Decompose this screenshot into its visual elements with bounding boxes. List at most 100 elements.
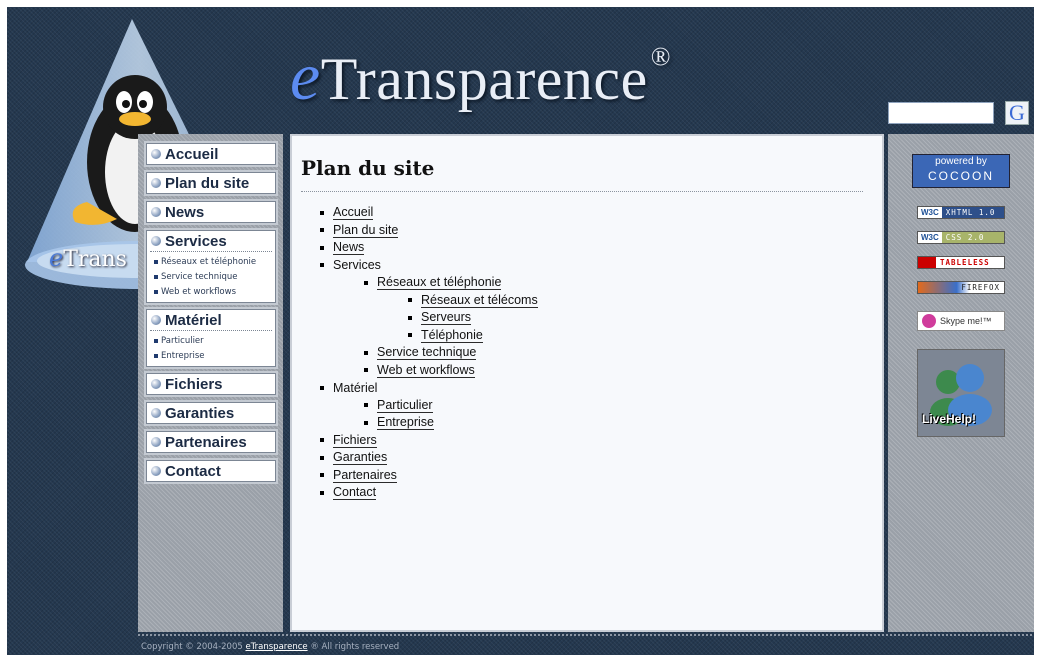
sitemap-label[interactable]: Garanties [333,450,388,466]
bullet-icon [151,236,161,246]
bullet-icon [151,379,161,389]
firefox-badge[interactable]: FIREFOX [917,281,1005,294]
square-bullet-icon [320,385,324,390]
sitemap-item: Matériel [320,379,538,397]
search-input[interactable] [888,102,994,124]
services-submenu: Réseaux et téléphonie Service technique … [150,251,272,302]
nav-label: Fichiers [165,375,223,393]
nav-label: News [165,203,205,221]
sitemap-label[interactable]: Serveurs [421,310,472,326]
footer-divider [138,634,1032,636]
w3c-xhtml-badge[interactable]: W3C XHTML 1.0 [917,206,1005,219]
sitemap-label[interactable]: Partenaires [333,468,397,483]
sitemap-item[interactable]: Entreprise [364,414,538,432]
square-bullet-icon [408,333,412,338]
square-bullet-icon [364,420,368,425]
footer-link[interactable]: eTransparence [245,642,307,652]
sitemap-label[interactable]: Téléphonie [421,328,483,343]
nav-item-plan[interactable]: Plan du site [146,172,276,194]
square-bullet-icon [154,289,158,294]
nav-item-news[interactable]: News [146,201,276,223]
square-bullet-icon [364,368,368,373]
subnav-item-particulier[interactable]: Particulier [154,333,272,348]
bullet-icon [151,408,161,418]
bullet-icon [151,437,161,447]
nav-label: Contact [165,462,221,480]
tableless-icon [918,257,936,268]
sitemap-label[interactable]: Service technique [377,345,477,361]
nav-item-materiel[interactable]: Matériel Particulier Entreprise [146,309,276,367]
sitemap-label[interactable]: Web et workflows [377,363,475,378]
sitemap-item[interactable]: Accueil [320,204,538,222]
sitemap-label[interactable]: Accueil [333,205,374,221]
logo-letter: e [290,38,321,114]
sitemap-item[interactable]: Fichiers [320,432,538,450]
sitemap-item[interactable]: Téléphonie [408,327,538,345]
sitemap-label[interactable]: Plan du site [333,223,399,238]
sitemap-item[interactable]: Réseaux et téléphonie [364,274,538,292]
square-bullet-icon [364,350,368,355]
sitemap-label[interactable]: Particulier [377,398,433,413]
sitemap-label[interactable]: Contact [333,485,377,501]
nav-item-fichiers[interactable]: Fichiers [146,373,276,395]
footer: Copyright © 2004-2005 eTransparence ® Al… [141,642,400,652]
bullet-icon [151,207,161,217]
sitemap-label[interactable]: Réseaux et télécoms [421,293,538,308]
nav-label: Partenaires [165,433,247,451]
sitemap-item: Services [320,257,538,275]
skype-button[interactable]: Skype me!™ [917,311,1005,331]
square-bullet-icon [154,259,158,264]
nav-item-services[interactable]: Services Réseaux et téléphonie Service t… [146,230,276,303]
square-bullet-icon [408,298,412,303]
nav-item-garanties[interactable]: Garanties [146,402,276,424]
cone-brand-text: eTrans [49,244,127,272]
square-bullet-icon [320,438,324,443]
livehelp-button[interactable]: LiveHelp! [917,349,1005,437]
sitemap-label: Matériel [333,380,378,395]
bullet-icon [151,178,161,188]
sitemap-label[interactable]: Réseaux et téléphonie [377,275,502,291]
w3c-css-badge[interactable]: W3C CSS 2.0 [917,231,1005,244]
sitemap-item[interactable]: Partenaires [320,467,538,485]
sitemap-item[interactable]: Serveurs [408,309,538,327]
square-bullet-icon [320,263,324,268]
sitemap-item[interactable]: Service technique [364,344,538,362]
cocoon-badge[interactable]: powered by COCOON [912,154,1010,188]
nav-item-contact[interactable]: Contact [146,460,276,482]
square-bullet-icon [320,210,324,215]
square-bullet-icon [320,490,324,495]
sitemap-item[interactable]: Contact [320,484,538,502]
subnav-item-web[interactable]: Web et workflows [154,284,272,299]
tableless-badge[interactable]: TABLELESS [917,256,1005,269]
sitemap-item[interactable]: Web et workflows [364,362,538,380]
nav-label: Accueil [165,145,219,163]
sitemap-label[interactable]: News [333,240,365,256]
sitemap-item[interactable]: Particulier [364,397,538,415]
nav-item-partenaires[interactable]: Partenaires [146,431,276,453]
square-bullet-icon [154,274,158,279]
subnav-item-service-technique[interactable]: Service technique [154,269,272,284]
nav-label: Services [165,232,227,250]
sitemap-label[interactable]: Entreprise [377,415,434,431]
square-bullet-icon [154,338,158,343]
site-logo[interactable]: eTransparence ® [290,37,671,127]
square-bullet-icon [408,315,412,320]
sitemap-list: Accueil Plan du site News Services Réseaux e… [320,204,538,502]
sitemap-item[interactable]: Plan du site [320,222,538,240]
square-bullet-icon [320,473,324,478]
left-sidebar: Accueil Plan du site News Services Résea… [138,134,283,632]
sitemap-item[interactable]: Garanties [320,449,538,467]
google-search-button[interactable]: G [1005,101,1029,125]
materiel-submenu: Particulier Entreprise [150,330,272,366]
nav-item-accueil[interactable]: Accueil [146,143,276,165]
subnav-item-reseaux[interactable]: Réseaux et téléphonie [154,254,272,269]
sitemap-label: Services [333,258,381,273]
subnav-item-entreprise[interactable]: Entreprise [154,348,272,363]
sitemap-label[interactable]: Fichiers [333,433,377,448]
square-bullet-icon [320,245,324,250]
registered-mark: ® [650,42,671,71]
logo-text: Transparence [320,46,648,112]
sitemap-item[interactable]: News [320,239,538,257]
sitemap-item[interactable]: Réseaux et télécoms [408,292,538,310]
bullet-icon [151,315,161,325]
